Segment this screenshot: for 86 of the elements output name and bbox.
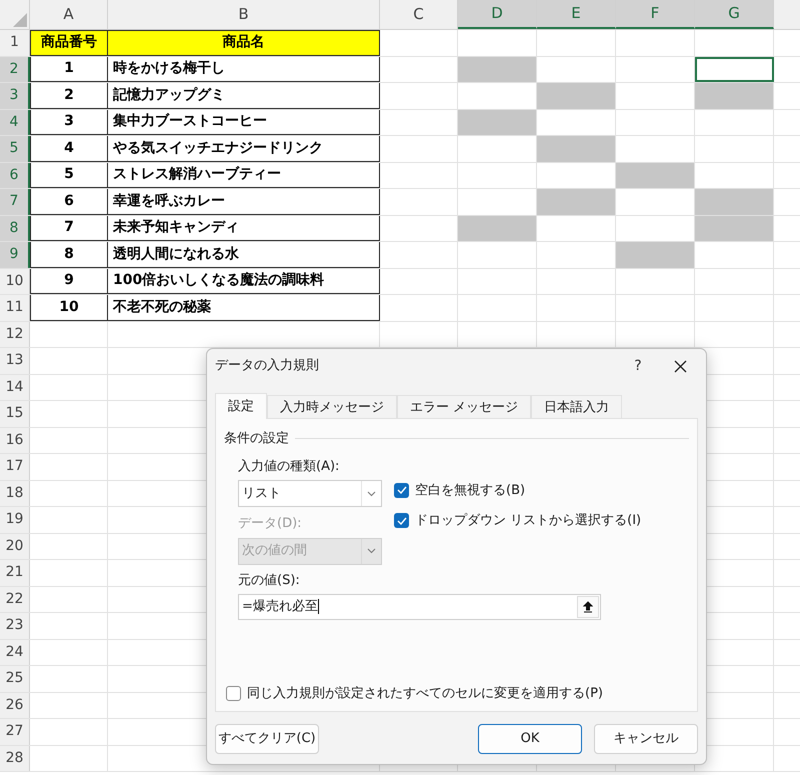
dialog-title: データの入力規則 [215,357,320,376]
table-cell: 7 [30,216,108,241]
table-cell: 4 [30,136,108,162]
help-button[interactable]: ? [618,351,658,381]
chevron-down-icon [367,490,376,496]
grid-cell[interactable] [695,56,774,82]
column-header[interactable]: G [695,0,774,29]
source-field[interactable]: =爆売れ必至 [238,594,601,620]
row-header[interactable]: 17 [0,454,30,480]
row-header[interactable]: 13 [0,348,30,374]
table-cell: 8 [30,242,108,268]
table-cell: 未来予知キャンディ [108,216,380,241]
table-cell: 6 [30,189,108,214]
table-cell: 集中力ブーストコーヒー [108,110,380,135]
arrow-up-icon [583,601,593,613]
table-cell: 時をかける梅干し [108,56,380,82]
checkmark-icon [396,486,406,494]
column-header[interactable]: A [30,0,108,29]
row-header[interactable]: 27 [0,719,30,744]
row-header[interactable]: 19 [0,507,30,532]
row-header[interactable]: 8 [0,216,30,241]
row-header[interactable]: 26 [0,692,30,718]
type-select[interactable]: リスト [238,480,382,507]
row-header[interactable]: 3 [0,83,30,108]
dialog-tab[interactable]: 入力時メッセージ [267,395,397,419]
dialog-tab[interactable]: 設定 [215,393,267,419]
field-label: データ(D): [238,515,303,533]
table-cell: やる気スイッチエナジードリンク [108,136,380,162]
table-header-cell: 商品名 [108,30,380,56]
table-cell: ストレス解消ハーブティー [108,162,380,188]
row-header[interactable]: 15 [0,401,30,426]
field-label: 元の値(S): [238,572,301,590]
table-cell: 透明人間になれる水 [108,242,380,268]
table-cell: 9 [30,268,108,294]
row-header[interactable]: 21 [0,560,30,586]
row-header[interactable]: 5 [0,136,30,162]
checkbox-label: 同じ入力規則が設定されたすべてのセルに変更を適用する(P) [247,684,603,702]
table-cell: 不老不死の秘薬 [108,295,380,320]
dialog-tab[interactable]: 日本語入力 [531,395,622,419]
table-cell: 記憶力アップグミ [108,83,380,108]
row-header[interactable]: 20 [0,534,30,559]
table-cell: 1 [30,56,108,82]
table-cell: 5 [30,162,108,188]
checkbox-label: ドロップダウン リストから選択する(I) [415,512,642,530]
row-header[interactable]: 16 [0,428,30,453]
close-icon [674,360,686,372]
row-header[interactable]: 7 [0,189,30,214]
dialog-tab[interactable]: エラー メッセージ [397,395,532,419]
table-cell: 10 [30,295,108,320]
chevron-down-icon [367,548,376,554]
row-header[interactable]: 2 [0,56,30,82]
checkbox[interactable] [394,482,409,498]
row-header[interactable]: 1 [0,30,30,56]
column-header[interactable]: D [458,0,537,29]
row-header[interactable]: 25 [0,666,30,692]
row-header[interactable]: 18 [0,480,30,506]
row-header[interactable]: 14 [0,374,30,400]
table-cell: 2 [30,83,108,108]
table-header-cell: 商品番号 [30,30,108,56]
table-cell: 3 [30,110,108,135]
table-cell: 幸運を呼ぶカレー [108,189,380,214]
row-header[interactable]: 9 [0,242,30,268]
row-header[interactable]: 10 [0,268,30,294]
row-header[interactable]: 24 [0,640,30,665]
checkbox[interactable] [226,686,241,701]
row-header[interactable]: 28 [0,746,30,771]
dialog-button[interactable]: すべてクリア(C) [215,724,319,754]
row-header[interactable]: 12 [0,322,30,347]
collapse-button[interactable] [577,596,599,618]
row-header[interactable]: 4 [0,110,30,135]
checkmark-icon [396,516,406,525]
dialog-button[interactable]: OK [478,724,582,754]
column-header[interactable]: E [537,0,616,29]
column-header[interactable]: F [616,0,695,29]
field-label: 入力値の種類(A): [238,458,340,476]
table-cell: 100倍おいしくなる魔法の調味料 [108,268,380,294]
group-label: 条件の設定 [224,430,289,448]
row-header[interactable]: 11 [0,295,30,320]
checkbox[interactable] [394,513,409,528]
corner-triangle-icon [13,13,27,27]
column-header[interactable]: B [108,0,380,29]
dialog-button[interactable]: キャンセル [594,724,698,754]
row-header[interactable]: 23 [0,613,30,638]
checkbox-label: 空白を無視する(B) [415,482,526,500]
row-header[interactable]: 6 [0,162,30,188]
row-header[interactable]: 22 [0,586,30,612]
